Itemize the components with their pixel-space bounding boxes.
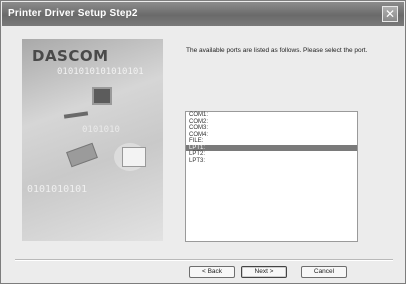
paper-roll-icon bbox=[92, 87, 112, 105]
printer-head-icon bbox=[66, 142, 98, 168]
cancel-button[interactable]: Cancel bbox=[301, 266, 347, 278]
title-bar[interactable]: Printer Driver Setup Step2 ✕ bbox=[2, 2, 404, 26]
instruction-text: The available ports are listed as follow… bbox=[186, 47, 368, 54]
document-icon bbox=[122, 147, 146, 167]
cable-icon bbox=[63, 111, 89, 119]
setup-window: Printer Driver Setup Step2 ✕ DASCOM 0101… bbox=[0, 0, 406, 284]
close-icon: ✕ bbox=[384, 7, 396, 21]
button-separator bbox=[15, 259, 393, 261]
back-button[interactable]: < Back bbox=[189, 266, 235, 278]
close-button[interactable]: ✕ bbox=[382, 6, 398, 22]
binary-text-decoration: 0101010 bbox=[82, 125, 120, 135]
port-list-item[interactable]: LPT3: bbox=[186, 158, 357, 165]
brand-logo: DASCOM bbox=[32, 47, 109, 65]
binary-text-decoration: 0101010101 bbox=[27, 184, 88, 195]
binary-text-decoration: 0101010101010101 bbox=[57, 67, 144, 77]
next-button[interactable]: Next > bbox=[241, 266, 287, 278]
port-listbox[interactable]: COM1: COM2: COM3: COM4: FILE: LPT1: LPT2… bbox=[185, 111, 358, 242]
window-title: Printer Driver Setup Step2 bbox=[8, 8, 138, 19]
side-banner-image: DASCOM 0101010101010101 0101010 01010101… bbox=[22, 39, 163, 241]
